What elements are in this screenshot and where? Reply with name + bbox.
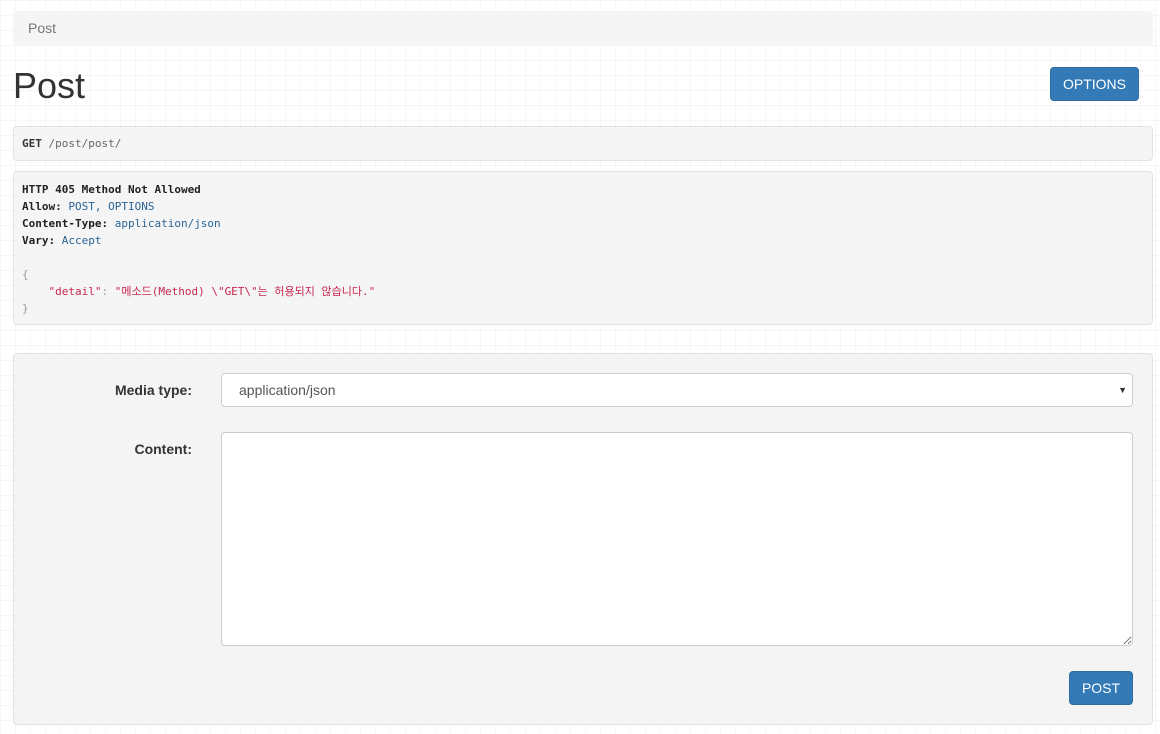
- chevron-down-icon: ▼: [1118, 385, 1127, 395]
- json-open-brace: {: [22, 268, 29, 281]
- media-type-selected-value: application/json: [239, 382, 336, 398]
- response-header-value: POST, OPTIONS: [68, 200, 155, 213]
- response-header-key: Allow:: [22, 200, 62, 213]
- content-label: Content:: [134, 441, 192, 457]
- response-status-line: HTTP 405 Method Not Allowed: [22, 183, 201, 196]
- response-header-key: Content-Type:: [22, 217, 109, 230]
- response-header-key: Vary:: [22, 234, 56, 247]
- request-path: /post/post/: [48, 137, 122, 150]
- json-close-brace: }: [22, 302, 29, 315]
- page-title: Post: [13, 65, 86, 106]
- raw-data-form: Media type: application/json ▼ Content: …: [13, 353, 1153, 725]
- breadcrumb-item-post[interactable]: Post: [28, 20, 56, 36]
- media-type-label: Media type:: [114, 382, 192, 398]
- response-info: HTTP 405 Method Not Allowed Allow: POST,…: [13, 171, 1153, 325]
- breadcrumb: Post: [13, 11, 1153, 46]
- json-colon: :: [101, 285, 115, 298]
- content-textarea[interactable]: [221, 432, 1133, 646]
- post-button[interactable]: POST: [1069, 671, 1133, 705]
- request-method: GET: [22, 137, 42, 150]
- request-info: GET /post/post/: [13, 126, 1153, 161]
- response-header-value: application/json: [114, 217, 221, 230]
- options-button[interactable]: OPTIONS: [1050, 67, 1139, 101]
- json-key-detail: "detail": [48, 285, 102, 298]
- response-header-value: Accept: [61, 234, 102, 247]
- json-value-detail: "메소드(Method) \"GET\"는 허용되지 않습니다.": [114, 285, 376, 298]
- media-type-select[interactable]: application/json ▼: [221, 373, 1133, 407]
